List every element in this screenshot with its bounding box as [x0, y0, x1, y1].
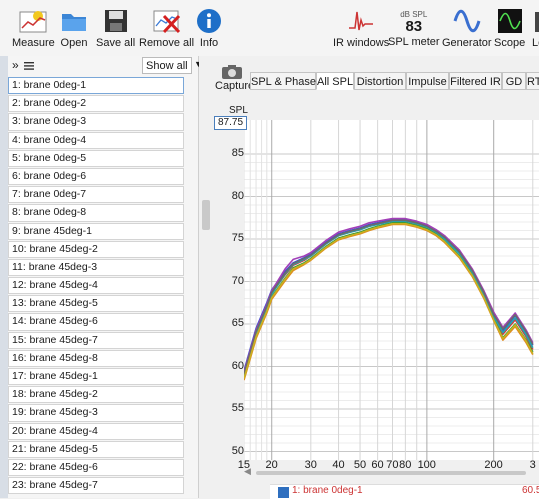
- tab-spl-phase[interactable]: SPL & Phase: [250, 72, 316, 90]
- remove-icon: [153, 10, 180, 34]
- y-tick-label: 55: [231, 402, 244, 414]
- y-tick-label: 65: [231, 317, 244, 329]
- plot-scroll-thumb[interactable]: [256, 471, 526, 475]
- measurement-item[interactable]: 4: brane 0deg-4: [8, 131, 184, 149]
- graph-tabs: SPL & Phase All SPL Distortion Impulse Filte…: [0, 56, 539, 96]
- measurement-item[interactable]: 12: brane 45deg-4: [8, 277, 184, 295]
- spl-meter-label: SPL meter: [388, 36, 440, 48]
- save-icon: [104, 10, 127, 32]
- series-line-3: [244, 222, 534, 378]
- spl-plot: [244, 120, 539, 460]
- y-tick-label: 70: [231, 274, 244, 287]
- scroll-left-icon[interactable]: ◀: [244, 466, 251, 477]
- remove-all-label: Remove all: [139, 37, 195, 49]
- level-icon: [535, 12, 539, 32]
- open-button[interactable]: Open: [60, 8, 88, 49]
- spl-meter-button[interactable]: dB SPL 83 SPL meter: [388, 10, 440, 48]
- tab-all-spl[interactable]: All SPL: [316, 72, 354, 90]
- measure-icon: [19, 11, 47, 33]
- level-label: Le: [532, 37, 539, 49]
- measurement-item[interactable]: 19: brane 45deg-3: [8, 404, 184, 422]
- scope-label: Scope: [494, 37, 526, 49]
- plot-horizontal-scrollbar[interactable]: ◀: [244, 466, 539, 478]
- y-tick-label: 85: [231, 147, 244, 159]
- measurement-item[interactable]: 10: brane 45deg-2: [8, 240, 184, 258]
- info-label: Info: [199, 37, 219, 49]
- remove-all-button[interactable]: Remove all: [139, 8, 194, 49]
- main-toolbar: Measure Open Save all Remove all Info IR…: [0, 0, 539, 57]
- tab-rt[interactable]: RT: [526, 72, 539, 90]
- level-button[interactable]: Le: [532, 8, 539, 49]
- series-line-1: [244, 218, 534, 372]
- ir-windows-label: IR windows: [333, 37, 390, 49]
- measurement-list-pane: » Show all ▼ 1: brane 0deg-12: brane 0de…: [8, 56, 203, 498]
- y-cursor-readout: 87.75: [214, 116, 247, 130]
- scope-button[interactable]: Scope: [494, 8, 525, 49]
- tab-filtered-ir[interactable]: Filtered IR: [449, 72, 502, 90]
- ir-windows-button[interactable]: IR windows: [333, 8, 389, 49]
- measurement-item[interactable]: 7: brane 0deg-7: [8, 186, 184, 204]
- measurement-item[interactable]: 5: brane 0deg-5: [8, 149, 184, 167]
- info-icon: [197, 9, 221, 33]
- ir-windows-icon: [349, 11, 374, 31]
- y-tick-label: 80: [231, 189, 244, 202]
- y-axis-unit: SPL: [229, 105, 248, 116]
- tab-distortion[interactable]: Distortion: [354, 72, 406, 90]
- measurement-item[interactable]: 22: brane 45deg-6: [8, 458, 184, 477]
- measurement-item[interactable]: 15: brane 45deg-7: [8, 331, 184, 349]
- tab-gd[interactable]: GD: [502, 72, 526, 90]
- legend-first-label: 1: brane 0deg-1: [292, 485, 363, 496]
- measurement-item[interactable]: 20: brane 45deg-4: [8, 422, 184, 440]
- legend-value: 60.5: [522, 485, 539, 496]
- measurement-item[interactable]: 8: brane 0deg-8: [8, 204, 184, 222]
- measurement-item[interactable]: 23: brane 45deg-7: [8, 477, 184, 495]
- y-tick-label: 50: [231, 444, 244, 457]
- y-tick-label: 60: [231, 359, 244, 372]
- folder-icon: [62, 14, 86, 31]
- measurement-item[interactable]: 14: brane 45deg-6: [8, 313, 184, 331]
- list-scrollbar[interactable]: [199, 56, 213, 498]
- info-button[interactable]: Info: [196, 8, 222, 49]
- y-cursor-value: 87.75: [217, 117, 244, 128]
- save-all-button[interactable]: Save all: [96, 8, 135, 49]
- measurement-item[interactable]: 3: brane 0deg-3: [8, 113, 184, 131]
- legend-checkbox[interactable]: [278, 487, 289, 498]
- measurement-item[interactable]: 11: brane 45deg-3: [8, 258, 184, 277]
- generator-icon: [453, 9, 481, 33]
- measurement-item[interactable]: 13: brane 45deg-5: [8, 295, 184, 313]
- generator-button[interactable]: Generator: [442, 8, 492, 49]
- measurement-item[interactable]: 9: brane 45deg-1: [8, 222, 184, 240]
- measure-label: Measure: [12, 37, 55, 49]
- measurement-list: 1: brane 0deg-1 2: brane 0deg-2 3: brane 0…: [8, 77, 184, 495]
- measure-button[interactable]: Measure: [12, 8, 55, 49]
- y-tick-label: 75: [231, 232, 244, 244]
- measurement-item[interactable]: 6: brane 0deg-6: [8, 167, 184, 186]
- measurement-item[interactable]: 18: brane 45deg-2: [8, 386, 184, 404]
- spl-meter-value: 83: [405, 18, 423, 35]
- tab-impulse[interactable]: Impulse: [406, 72, 449, 90]
- measurement-item[interactable]: 2: brane 0deg-2: [8, 95, 184, 113]
- background-desktop-strip: [0, 56, 8, 498]
- measurement-item[interactable]: 17: brane 45deg-1: [8, 368, 184, 386]
- legend-strip: 1: brane 0deg-1 60.5: [270, 484, 539, 499]
- measurement-item[interactable]: 21: brane 45deg-5: [8, 440, 184, 458]
- generator-label: Generator: [442, 37, 492, 49]
- scope-icon: [497, 9, 522, 33]
- series-line-7: [244, 219, 534, 375]
- list-scroll-thumb[interactable]: [202, 200, 210, 230]
- open-label: Open: [60, 37, 88, 49]
- save-all-label: Save all: [96, 37, 136, 49]
- measurement-item[interactable]: 16: brane 45deg-8: [8, 349, 184, 367]
